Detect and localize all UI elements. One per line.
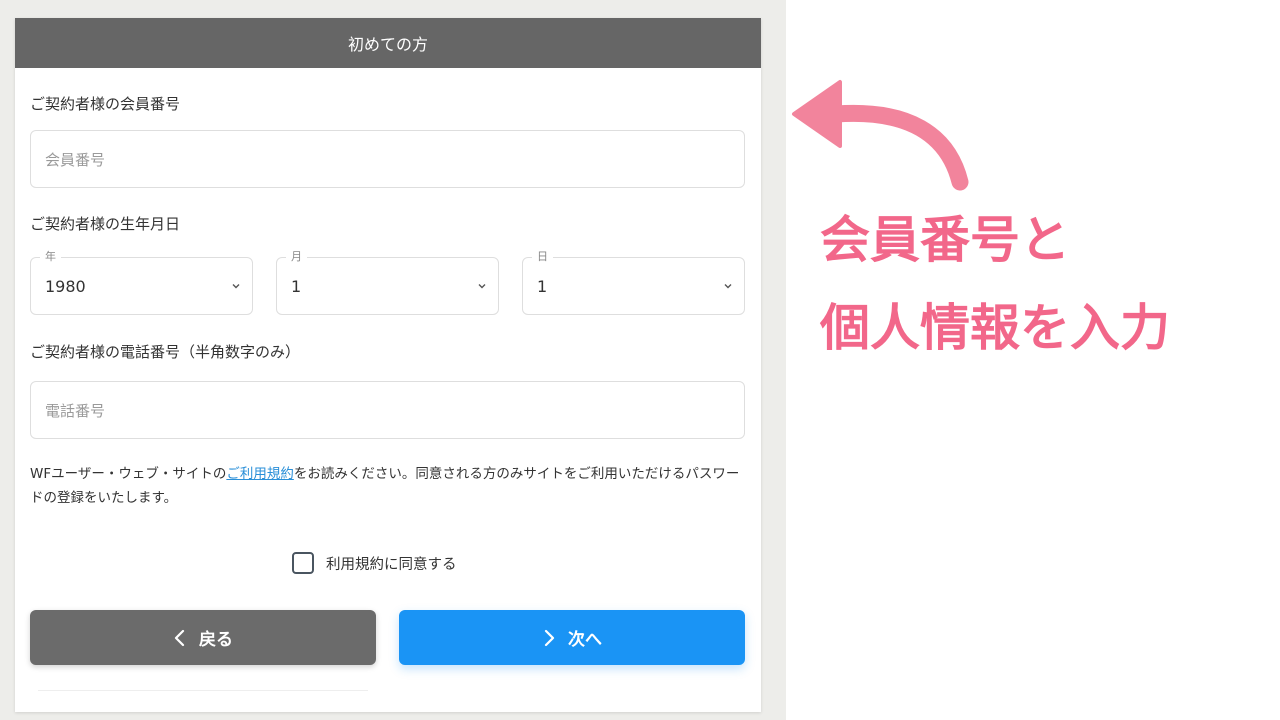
agree-label: 利用規約に同意する — [326, 556, 457, 573]
next-button-label: 次へ — [568, 630, 602, 650]
month-select[interactable]: 月 1 — [276, 250, 499, 315]
annotation-text: 会員番号と 個人情報を入力 — [820, 196, 1170, 372]
day-select[interactable]: 日 1 — [522, 250, 745, 315]
terms-notice-prefix: WFユーザー・ウェブ・サイトの — [30, 466, 227, 482]
day-select-value: 1 — [537, 276, 548, 296]
curved-arrow-icon — [792, 80, 969, 191]
member-number-label: ご契約者様の会員番号 — [30, 95, 181, 113]
annotation-line-2: 個人情報を入力 — [820, 299, 1170, 357]
phone-label: ご契約者様の電話番号（半角数字のみ） — [30, 343, 301, 361]
annotation-line-1: 会員番号と — [820, 211, 1070, 269]
member-number-placeholder: 会員番号 — [45, 150, 106, 169]
chevron-down-icon — [724, 284, 732, 289]
next-button[interactable]: 次へ — [399, 610, 745, 665]
year-select-value: 1980 — [45, 276, 86, 296]
terms-link[interactable]: ご利用規約 — [226, 466, 294, 482]
phone-placeholder: 電話番号 — [45, 401, 106, 420]
terms-notice: WFユーザー・ウェブ・サイトのご利用規約をお読みください。同意される方のみサイト… — [30, 462, 745, 510]
member-number-input[interactable]: 会員番号 — [30, 130, 745, 188]
registration-card: 初めての方 ご契約者様の会員番号 会員番号 ご契約者様の生年月日 年 1980 … — [15, 18, 761, 712]
divider — [38, 690, 368, 691]
chevron-down-icon — [232, 284, 240, 289]
phone-input[interactable]: 電話番号 — [30, 381, 745, 439]
card-header: 初めての方 — [15, 18, 761, 68]
chevron-right-icon — [544, 629, 555, 646]
month-select-value: 1 — [291, 276, 302, 296]
year-select[interactable]: 年 1980 — [30, 250, 253, 315]
agree-checkbox-row[interactable]: 利用規約に同意する — [292, 551, 457, 575]
back-button[interactable]: 戻る — [30, 610, 376, 665]
chevron-left-icon — [174, 629, 185, 646]
birthdate-label: ご契約者様の生年月日 — [30, 215, 181, 233]
card-title: 初めての方 — [347, 35, 428, 54]
agree-checkbox[interactable] — [292, 552, 314, 574]
back-button-label: 戻る — [199, 630, 233, 650]
chevron-down-icon — [478, 284, 486, 289]
